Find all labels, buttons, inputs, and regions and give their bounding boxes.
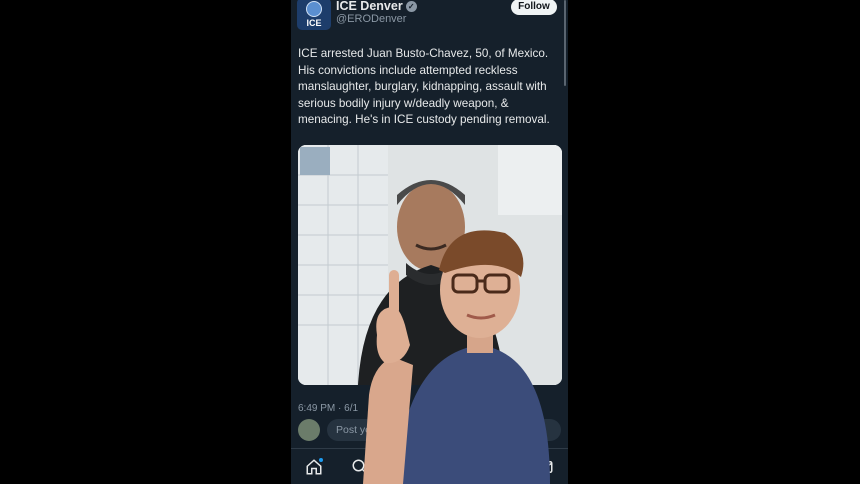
- dhs-seal-icon: [306, 1, 322, 17]
- account-name[interactable]: ICE Denver: [336, 0, 403, 13]
- tweet-text: ICE arrested Juan Busto-Chavez, 50, of M…: [298, 47, 550, 126]
- user-avatar[interactable]: [298, 419, 320, 441]
- tweet-header: ICE ICE Denver ✓ @ERODenver Follow: [291, 0, 568, 86]
- tweet-timestamp: 6:49 PM · 6/1: [298, 403, 359, 414]
- nav-home[interactable]: [302, 455, 326, 479]
- creator-video-overlay: [363, 230, 550, 484]
- account-name-row[interactable]: ICE Denver ✓: [336, 0, 417, 13]
- follow-button[interactable]: Follow: [511, 0, 557, 15]
- scrollbar[interactable]: [564, 0, 566, 86]
- account-handle[interactable]: @ERODenver: [336, 13, 406, 25]
- avatar-text: ICE: [306, 18, 322, 28]
- verified-badge-icon: ✓: [405, 1, 417, 12]
- account-avatar[interactable]: ICE: [297, 0, 331, 30]
